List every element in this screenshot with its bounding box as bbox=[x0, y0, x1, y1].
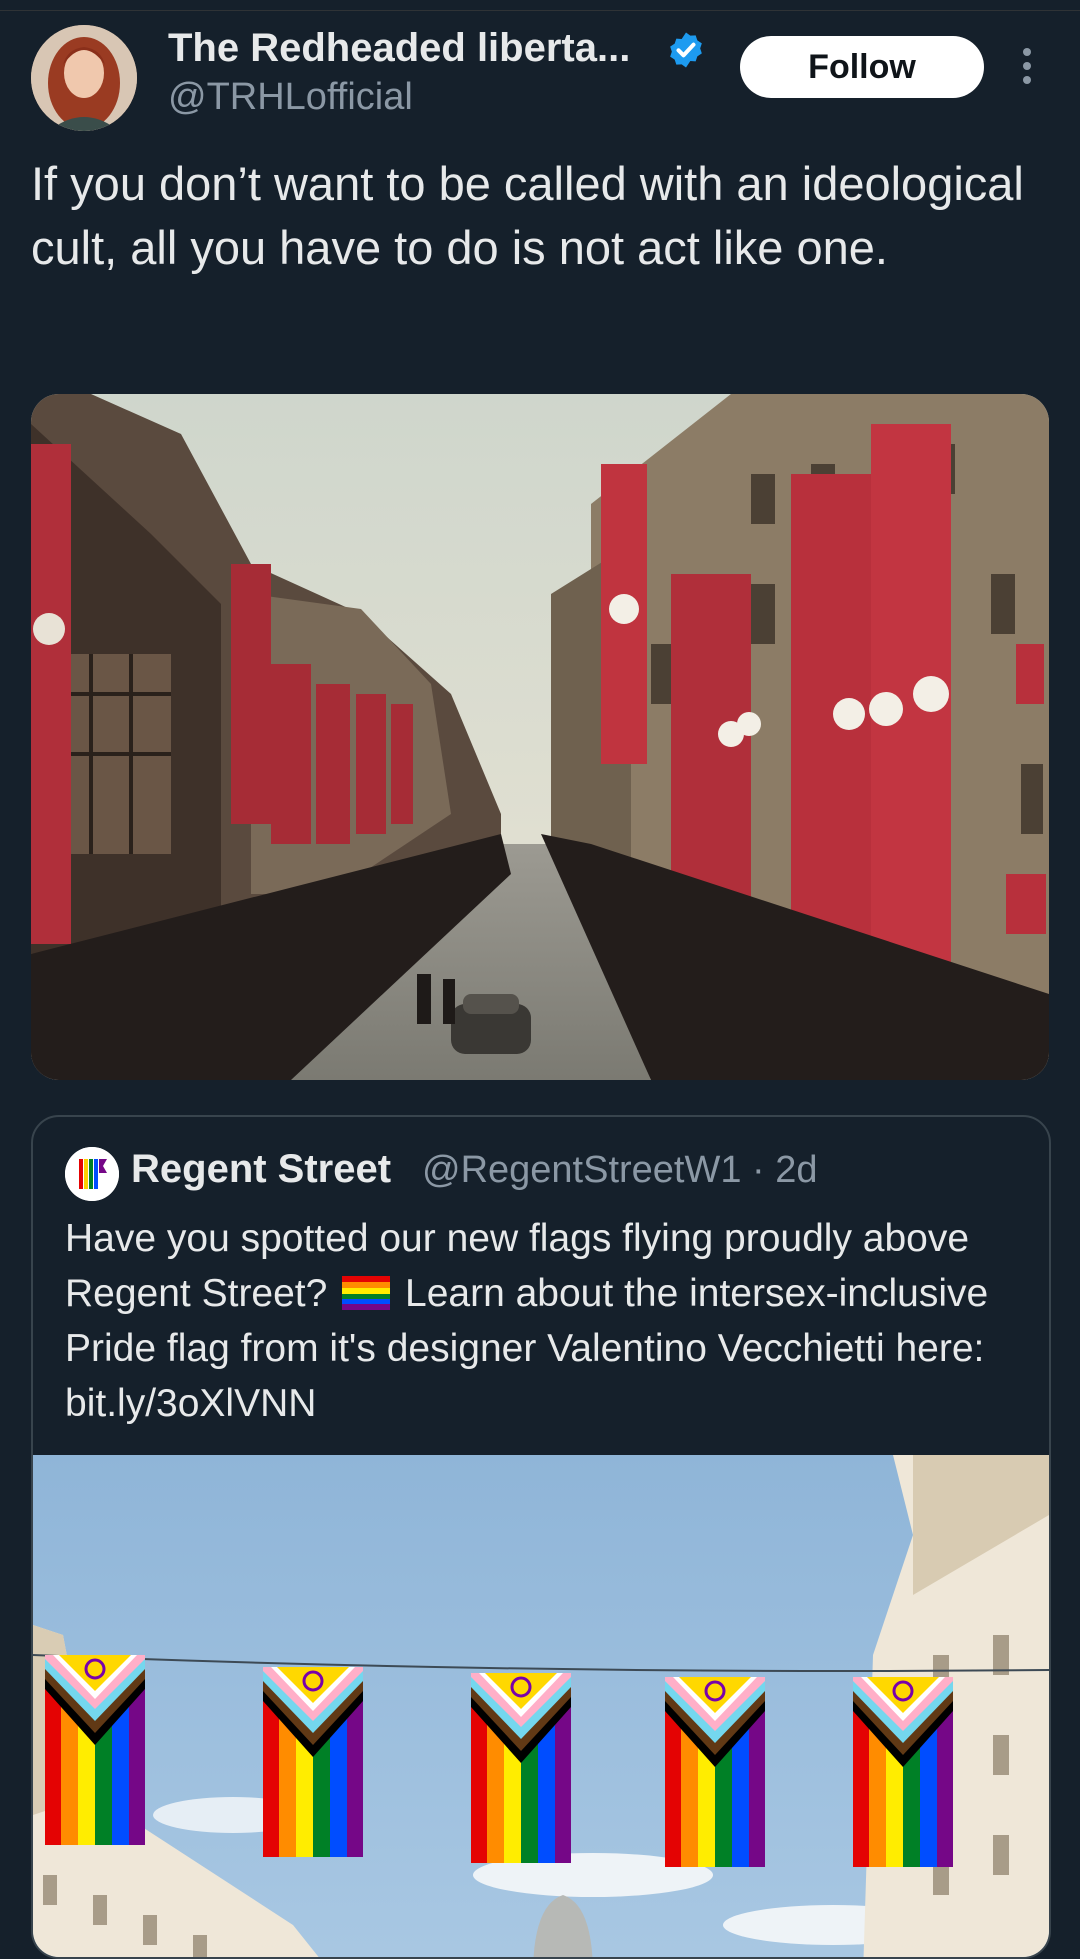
quote-avatar[interactable] bbox=[65, 1147, 119, 1201]
quote-text: Have you spotted our new flags flying pr… bbox=[65, 1211, 1025, 1431]
follow-button[interactable]: Follow bbox=[740, 36, 984, 98]
tweet-photo[interactable] bbox=[31, 394, 1049, 1080]
quote-handle-time[interactable]: @RegentStreetW1 · 2d bbox=[422, 1149, 818, 1192]
verified-badge-icon bbox=[670, 32, 702, 68]
regent-street-logo-icon bbox=[65, 1147, 119, 1201]
quote-display-name[interactable]: Regent Street bbox=[131, 1147, 391, 1192]
quoted-tweet[interactable]: Regent Street @RegentStreetW1 · 2d Have … bbox=[31, 1115, 1051, 1959]
top-divider bbox=[0, 10, 1080, 11]
pride-flag-emoji bbox=[342, 1276, 391, 1310]
author-handle[interactable]: @TRHLofficial bbox=[168, 76, 413, 119]
pride-flags-photo bbox=[33, 1455, 1049, 1957]
author-display-name[interactable]: The Redheaded liberta... bbox=[168, 26, 630, 71]
more-options-icon[interactable] bbox=[1016, 44, 1038, 88]
avatar-image bbox=[31, 25, 137, 131]
quote-photo[interactable] bbox=[33, 1455, 1049, 1957]
tweet-text: If you don’t want to be called with an i… bbox=[31, 157, 1024, 274]
avatar[interactable] bbox=[31, 25, 137, 131]
street-parade-photo bbox=[31, 394, 1049, 1080]
